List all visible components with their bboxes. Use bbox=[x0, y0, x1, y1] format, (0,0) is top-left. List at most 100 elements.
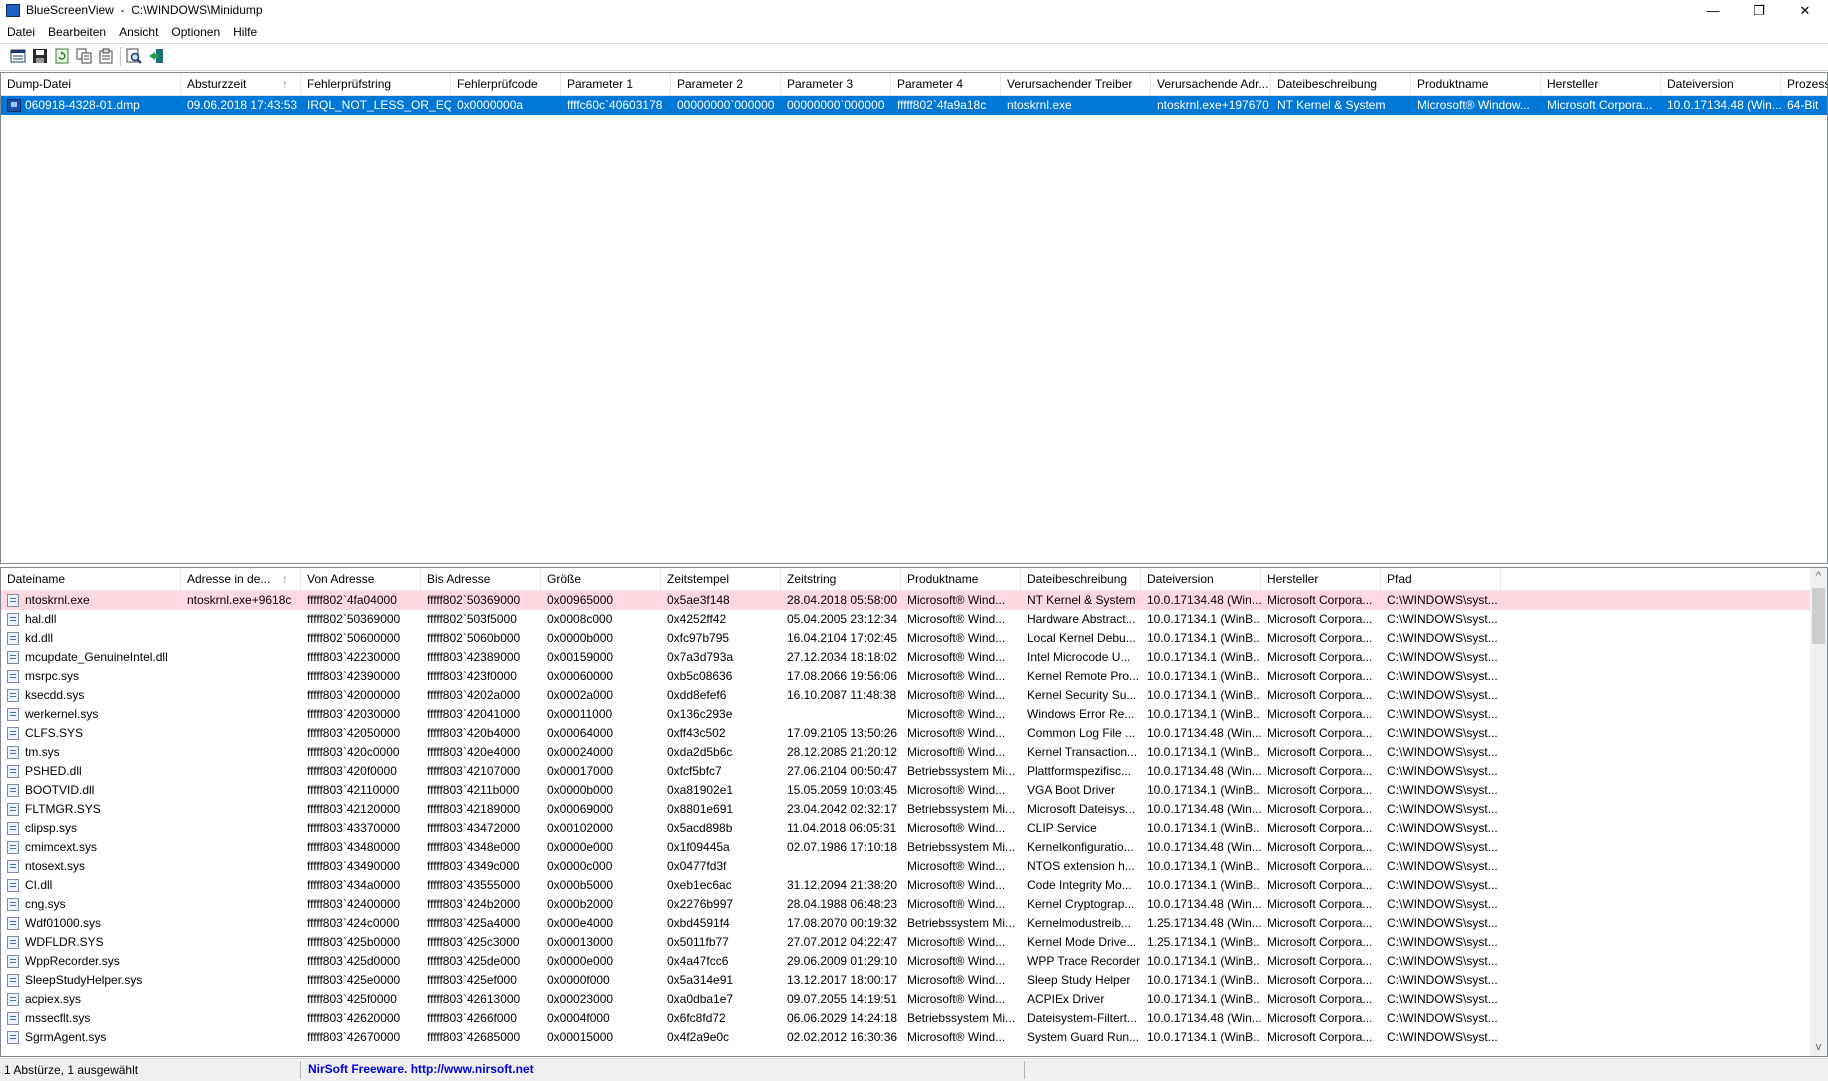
table-row[interactable]: CLFS.SYS fffff803`42050000 fffff803`420b40… bbox=[1, 724, 1827, 743]
menu-ansicht[interactable]: Ansicht bbox=[112, 22, 164, 41]
column-header-von-adresse[interactable]: Von Adresse bbox=[301, 568, 421, 590]
column-header-parameter-2[interactable]: Parameter 2 bbox=[671, 73, 781, 95]
cell-pfad: C:\WINDOWS\syst... bbox=[1381, 800, 1501, 819]
cell-dateiname: clipsp.sys bbox=[1, 819, 181, 838]
column-header-produktname[interactable]: Produktname bbox=[901, 568, 1021, 590]
menu-optionen[interactable]: Optionen bbox=[164, 22, 226, 41]
table-row[interactable]: WDFLDR.SYS fffff803`425b0000 fffff803`425c… bbox=[1, 933, 1827, 952]
column-header-zeitstring[interactable]: Zeitstring bbox=[781, 568, 901, 590]
column-header-dateibeschreibung[interactable]: Dateibeschreibung bbox=[1271, 73, 1411, 95]
column-header-parameter-4[interactable]: Parameter 4 bbox=[891, 73, 1001, 95]
column-header-fehlerpru-fstring[interactable]: Fehlerprüfstring bbox=[301, 73, 451, 95]
exit-button[interactable] bbox=[148, 48, 164, 64]
cell-text: fffff802`4fa04000 bbox=[307, 593, 397, 607]
table-row[interactable]: hal.dll fffff802`50369000 fffff802`503f500… bbox=[1, 610, 1827, 629]
save-button[interactable] bbox=[32, 48, 48, 64]
menu-hilfe[interactable]: Hilfe bbox=[226, 22, 263, 41]
cell-dateibeschreibung: Local Kernel Debu... bbox=[1021, 629, 1141, 648]
close-button[interactable]: ✕ bbox=[1782, 0, 1828, 22]
cell-zeitstring: 27.07.2012 04:22:47 bbox=[781, 933, 901, 952]
cell-pfad: C:\WINDOWS\syst... bbox=[1381, 952, 1501, 971]
table-row[interactable]: PSHED.dll fffff803`420f0000 fffff803`42107… bbox=[1, 762, 1827, 781]
column-header-zeitstempel[interactable]: Zeitstempel bbox=[661, 568, 781, 590]
refresh-button[interactable] bbox=[54, 48, 70, 64]
driver-file-icon bbox=[7, 860, 19, 873]
scroll-up-arrow-icon[interactable]: ^ bbox=[1810, 568, 1827, 585]
vertical-scroll-thumb[interactable] bbox=[1812, 588, 1825, 644]
cell-text: 0x00102000 bbox=[547, 821, 614, 835]
column-header-label: Prozess bbox=[1787, 77, 1828, 91]
driver-file-icon bbox=[7, 993, 19, 1006]
driver-file-icon bbox=[7, 803, 19, 816]
column-header-dump-datei[interactable]: Dump-Datei bbox=[1, 73, 181, 95]
cell-text: C:\WINDOWS\syst... bbox=[1387, 802, 1498, 816]
cell-text: C:\WINDOWS\syst... bbox=[1387, 840, 1498, 854]
column-header-gro-e[interactable]: Größe bbox=[541, 568, 661, 590]
table-row[interactable]: kd.dll fffff802`50600000 fffff802`5060b000… bbox=[1, 629, 1827, 648]
column-header-fehlerpru-fcode[interactable]: Fehlerprüfcode bbox=[451, 73, 561, 95]
cell-text: 10.0.17134.1 (WinB... bbox=[1147, 859, 1261, 873]
table-row[interactable]: mcupdate_GenuineIntel.dll fffff803`422300… bbox=[1, 648, 1827, 667]
restore-button[interactable]: ❐ bbox=[1736, 0, 1782, 22]
table-row[interactable]: SleepStudyHelper.sys fffff803`425e0000 fff… bbox=[1, 971, 1827, 990]
column-header-verursachende-adr[interactable]: Verursachende Adr... bbox=[1151, 73, 1271, 95]
cell-text: tm.sys bbox=[25, 745, 60, 759]
cell-hersteller: Microsoft Corpora... bbox=[1261, 724, 1381, 743]
column-header-dateiversion[interactable]: Dateiversion bbox=[1141, 568, 1261, 590]
cell-zeitstempel: 0x6fc8fd72 bbox=[661, 1009, 781, 1028]
column-header-hersteller[interactable]: Hersteller bbox=[1261, 568, 1381, 590]
minimize-button[interactable]: — bbox=[1690, 0, 1736, 22]
table-row[interactable]: acpiex.sys fffff803`425f0000 fffff803`4261… bbox=[1, 990, 1827, 1009]
table-row[interactable]: clipsp.sys fffff803`43370000 fffff803`4347… bbox=[1, 819, 1827, 838]
dump-row[interactable]: 060918-4328-01.dmp 09.06.2018 17:43:53 IRQ… bbox=[1, 96, 1827, 115]
table-row[interactable]: ntosext.sys fffff803`43490000 fffff803`434… bbox=[1, 857, 1827, 876]
column-header-pfad[interactable]: Pfad bbox=[1381, 568, 1501, 590]
table-row[interactable]: msrpc.sys fffff803`42390000 fffff803`423f0… bbox=[1, 667, 1827, 686]
find-button[interactable] bbox=[126, 48, 142, 64]
options-button[interactable] bbox=[10, 48, 26, 64]
copy-button[interactable] bbox=[76, 48, 92, 64]
column-header-absturzzeit[interactable]: Absturzzeit ↑ bbox=[181, 73, 301, 95]
column-header-verursachender-treiber[interactable]: Verursachender Treiber bbox=[1001, 73, 1151, 95]
menu-bearbeiten[interactable]: Bearbeiten bbox=[41, 22, 112, 41]
column-header-adresse-in-de[interactable]: Adresse in de... ↑ bbox=[181, 568, 301, 590]
column-header-parameter-3[interactable]: Parameter 3 bbox=[781, 73, 891, 95]
table-row[interactable]: cmimcext.sys fffff803`43480000 fffff803`43… bbox=[1, 838, 1827, 857]
table-row[interactable]: cng.sys fffff803`42400000 fffff803`424b200… bbox=[1, 895, 1827, 914]
vertical-scrollbar[interactable]: ^ v bbox=[1810, 568, 1827, 1056]
column-header-label: Parameter 1 bbox=[567, 77, 634, 91]
column-header-bis-adresse[interactable]: Bis Adresse bbox=[421, 568, 541, 590]
dump-list-pane[interactable]: Dump-Datei Absturzzeit ↑ Fehlerprüfstring Fe… bbox=[0, 72, 1828, 564]
scroll-down-arrow-icon[interactable]: v bbox=[1810, 1039, 1827, 1056]
table-row[interactable]: WppRecorder.sys fffff803`425d0000 fffff803… bbox=[1, 952, 1827, 971]
table-row[interactable]: CI.dll fffff803`434a0000 fffff803`43555000… bbox=[1, 876, 1827, 895]
column-header-produktname[interactable]: Produktname bbox=[1411, 73, 1541, 95]
table-row[interactable]: FLTMGR.SYS fffff803`42120000 fffff803`4218… bbox=[1, 800, 1827, 819]
menu-datei[interactable]: Datei bbox=[0, 22, 41, 41]
table-row[interactable]: BOOTVID.dll fffff803`42110000 fffff803`421… bbox=[1, 781, 1827, 800]
cell-dateiname: SgrmAgent.sys bbox=[1, 1028, 181, 1047]
nirsoft-link[interactable]: NirSoft Freeware. http://www.nirsoft.net bbox=[308, 1062, 534, 1076]
cell-dateiversion: 10.0.17134.1 (WinB... bbox=[1141, 971, 1261, 990]
table-row[interactable]: SgrmAgent.sys fffff803`42670000 fffff803`4… bbox=[1, 1028, 1827, 1047]
table-row[interactable]: ksecdd.sys fffff803`42000000 fffff803`4202… bbox=[1, 686, 1827, 705]
column-header-hersteller[interactable]: Hersteller bbox=[1541, 73, 1661, 95]
cell-dateiname: BOOTVID.dll bbox=[1, 781, 181, 800]
cell-text: C:\WINDOWS\syst... bbox=[1387, 1011, 1498, 1025]
table-row[interactable]: mssecflt.sys fffff803`42620000 fffff803`42… bbox=[1, 1009, 1827, 1028]
column-header-dateiversion[interactable]: Dateiversion bbox=[1661, 73, 1781, 95]
column-header-dateibeschreibung[interactable]: Dateibeschreibung bbox=[1021, 568, 1141, 590]
column-header-dateiname[interactable]: Dateiname bbox=[1, 568, 181, 590]
table-row[interactable]: Wdf01000.sys fffff803`424c0000 fffff803`42… bbox=[1, 914, 1827, 933]
table-row[interactable]: werkernel.sys fffff803`42030000 fffff803`4… bbox=[1, 705, 1827, 724]
table-row[interactable]: tm.sys fffff803`420c0000 fffff803`420e4000… bbox=[1, 743, 1827, 762]
cell-text: NT Kernel & System bbox=[1027, 593, 1136, 607]
cell-text: PSHED.dll bbox=[25, 764, 82, 778]
driver-list-pane[interactable]: Dateiname Adresse in de... ↑ Von Adresse Bis… bbox=[0, 567, 1828, 1057]
cell-text: 10.0.17134.1 (WinB... bbox=[1147, 612, 1261, 626]
cell-zeitstempel: 0xb5c08636 bbox=[661, 667, 781, 686]
column-header-parameter-1[interactable]: Parameter 1 bbox=[561, 73, 671, 95]
table-row[interactable]: ntoskrnl.exe ntoskrnl.exe+9618c fffff802`4… bbox=[1, 591, 1827, 610]
column-header-prozess[interactable]: Prozess bbox=[1781, 73, 1828, 95]
properties-button[interactable] bbox=[98, 48, 114, 64]
